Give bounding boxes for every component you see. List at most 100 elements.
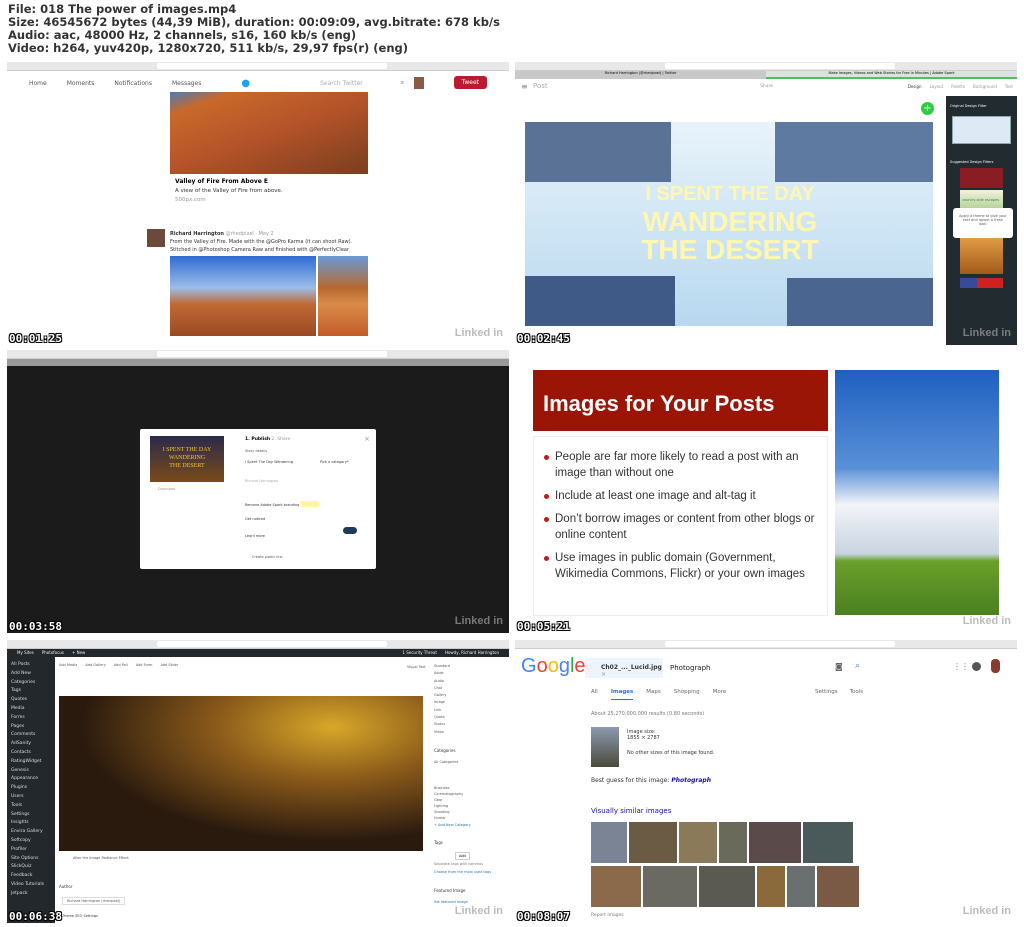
original-filter-thumb[interactable] xyxy=(952,116,1011,144)
tab-twitter[interactable]: Richard Harrington (@rhedpixel) | Twitte… xyxy=(515,71,766,79)
my-sites[interactable]: My Sites xyxy=(17,650,34,656)
tab-all[interactable]: All xyxy=(591,689,598,700)
search-twitter-input[interactable]: Search Twitter xyxy=(320,80,363,87)
post-format-option[interactable]: Link xyxy=(434,707,450,714)
sidebar-item[interactable]: Profiler xyxy=(7,845,55,854)
security-threat[interactable]: 1 Security Threat xyxy=(402,650,437,656)
get-noticed-toggle[interactable] xyxy=(343,527,357,534)
search-icon[interactable]: ⌕ xyxy=(855,661,860,671)
add-button[interactable]: + xyxy=(921,102,934,115)
howdy[interactable]: Howdy, Richard Harrington xyxy=(445,650,499,656)
tab-more[interactable]: More xyxy=(713,689,727,700)
similar-image-thumb[interactable] xyxy=(757,866,785,907)
post-format-option[interactable]: Aside xyxy=(434,670,450,677)
sidebar-item[interactable]: Settings xyxy=(7,810,55,819)
similar-image-thumb[interactable] xyxy=(591,822,627,863)
author-input[interactable]: Richard Harrington xyxy=(245,479,278,483)
nav-notifications[interactable]: Notifications xyxy=(114,80,152,87)
google-logo[interactable]: Google xyxy=(521,655,586,678)
similar-images-heading[interactable]: Visually similar images xyxy=(591,807,671,815)
learn-more-link[interactable]: Learn more xyxy=(245,534,265,538)
add-slider-button[interactable]: Add Slider xyxy=(160,663,178,667)
similar-image-thumb[interactable] xyxy=(699,866,755,907)
create-link-button[interactable]: Create public link xyxy=(252,555,283,559)
similar-image-thumb[interactable] xyxy=(643,866,697,907)
download-link[interactable]: Download xyxy=(158,487,175,491)
sidebar-item[interactable]: Envira Gallery xyxy=(7,827,55,836)
post-format-option[interactable]: Audio xyxy=(434,678,450,685)
settings-link[interactable]: Settings xyxy=(815,689,838,695)
step-publish[interactable]: 1. Publish xyxy=(245,437,270,442)
site-name[interactable]: Photofocus xyxy=(42,650,64,656)
sidebar-item[interactable]: Appearance xyxy=(7,774,55,783)
nav-background[interactable]: Background xyxy=(973,84,997,89)
close-icon[interactable]: × xyxy=(364,435,370,443)
post-format-option[interactable]: Quote xyxy=(434,714,450,721)
sidebar-item[interactable]: Add New xyxy=(7,669,55,678)
filter-thumb-1[interactable] xyxy=(960,168,1003,188)
sidebar-item[interactable]: Site Options xyxy=(7,854,55,863)
sidebar-item[interactable]: AdSanity xyxy=(7,739,55,748)
sidebar-item[interactable]: Tags xyxy=(7,686,55,695)
tab-images[interactable]: Images xyxy=(610,689,634,700)
sidebar-item[interactable]: Forms xyxy=(7,713,55,722)
tweet-image-side[interactable] xyxy=(318,256,368,336)
category-checkbox[interactable]: Humor xyxy=(434,815,463,821)
image-chip[interactable]: Ch02_..._Lucid.jpg × xyxy=(585,658,663,678)
author-select[interactable]: Richard Harrington (rhedpixel) xyxy=(62,897,126,905)
similar-image-thumb[interactable] xyxy=(803,822,853,863)
query-thumbnail[interactable] xyxy=(591,727,619,767)
similar-image-thumb[interactable] xyxy=(749,822,801,863)
similar-image-thumb[interactable] xyxy=(591,866,641,907)
sidebar-item[interactable]: Contacts xyxy=(7,748,55,757)
post-format-option[interactable]: Standard xyxy=(434,663,450,670)
search-input[interactable]: Photograph xyxy=(670,664,710,672)
similar-image-thumb[interactable] xyxy=(787,866,815,907)
add-tag-button[interactable]: Add xyxy=(455,852,470,860)
nav-moments[interactable]: Moments xyxy=(67,80,95,87)
post-format-option[interactable]: Image xyxy=(434,699,450,706)
sidebar-item[interactable]: Insights xyxy=(7,818,55,827)
report-images[interactable]: Report images xyxy=(591,913,624,918)
menu-icon[interactable]: ≡ xyxy=(521,82,528,91)
sidebar-item[interactable]: Plugins xyxy=(7,783,55,792)
nav-design[interactable]: Design xyxy=(908,84,922,89)
all-categories-tab[interactable]: All Categories xyxy=(434,760,458,764)
nav-palette[interactable]: Palette xyxy=(951,84,965,89)
notifications-icon[interactable] xyxy=(972,662,981,671)
nav-messages[interactable]: Messages xyxy=(172,80,201,87)
sidebar-item[interactable]: Categories xyxy=(7,678,55,687)
canvas-image[interactable]: I SPENT THE DAY WANDERING THE DESERT xyxy=(525,122,933,326)
tab-shopping[interactable]: Shopping xyxy=(674,689,700,700)
card-source[interactable]: 500px.com xyxy=(175,197,206,203)
nav-layout[interactable]: Layout xyxy=(930,84,944,89)
nav-home[interactable]: Home xyxy=(29,80,47,87)
sidebar-item[interactable]: Video Tutorials xyxy=(7,880,55,889)
sidebar-item[interactable]: Quotes xyxy=(7,695,55,704)
sidebar-item[interactable]: Feedback xyxy=(7,871,55,880)
add-gallery-button[interactable]: Add Gallery xyxy=(85,663,105,667)
sidebar-item[interactable]: Comments xyxy=(7,730,55,739)
avatar[interactable] xyxy=(414,77,425,89)
add-form-button[interactable]: Add Form xyxy=(136,663,153,667)
new-button[interactable]: + New xyxy=(72,650,85,656)
tab-spark[interactable]: Make Images, Videos and Web Stories for … xyxy=(766,71,1017,79)
sidebar-item[interactable]: Genesis xyxy=(7,766,55,775)
post-format-option[interactable]: Video xyxy=(434,729,450,736)
apps-icon[interactable]: ⋮⋮ xyxy=(953,662,969,671)
set-featured-link[interactable]: Set featured image xyxy=(434,900,468,904)
church-image[interactable] xyxy=(59,696,423,851)
post-format-option[interactable]: Status xyxy=(434,721,450,728)
camera-icon[interactable]: ◙ xyxy=(835,662,843,671)
step-share[interactable]: 2. Share xyxy=(272,437,291,442)
tab-visual[interactable]: Visual xyxy=(407,665,417,669)
category-select[interactable]: Pick a category* xyxy=(320,460,349,464)
card-title[interactable]: Valley of Fire From Above E xyxy=(175,178,268,185)
sidebar-item[interactable]: RatingWidget xyxy=(7,757,55,766)
nav-text[interactable]: Text xyxy=(1005,84,1013,89)
title-input[interactable]: I Spent The Day Wandering xyxy=(245,460,293,464)
tools-link[interactable]: Tools xyxy=(850,689,864,695)
sidebar-item[interactable]: Users xyxy=(7,792,55,801)
similar-image-thumb[interactable] xyxy=(719,822,747,863)
sidebar-item[interactable]: Jetpack xyxy=(7,889,55,898)
